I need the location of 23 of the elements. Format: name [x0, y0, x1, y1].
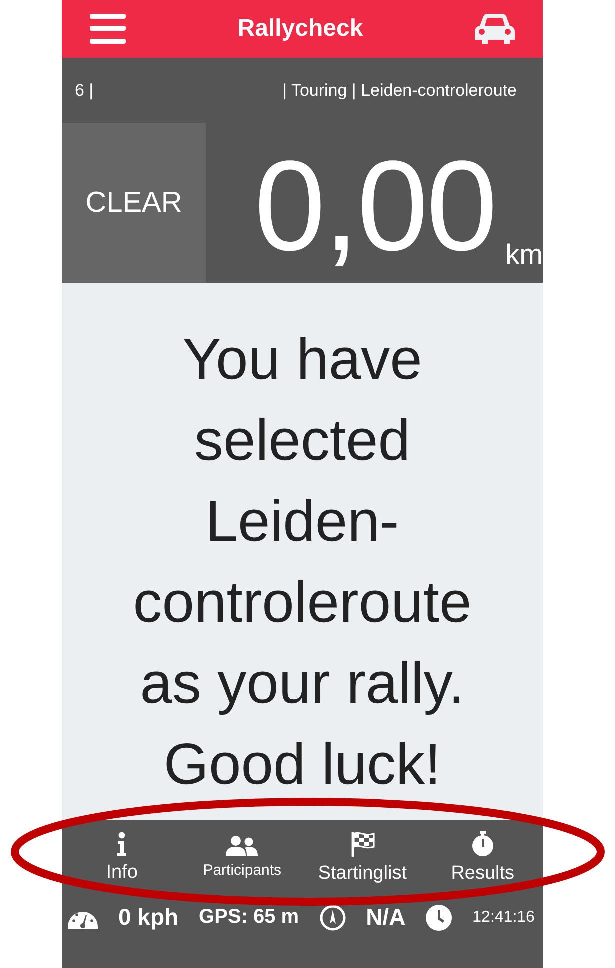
info-icon: [117, 832, 128, 856]
menu-icon[interactable]: [90, 14, 126, 44]
heading-reading: N/A: [366, 904, 406, 931]
distance-value: 0,00: [254, 143, 496, 271]
clear-button[interactable]: CLEAR: [62, 123, 206, 283]
speed-reading: 0 kph: [118, 904, 179, 931]
app-title: Rallycheck: [238, 15, 364, 43]
people-icon: [226, 836, 258, 856]
nav-tab[interactable]: Info: [62, 820, 182, 895]
gps-accuracy: GPS: 65 m: [199, 906, 300, 929]
rally-info: | Touring | Leiden-controleroute: [282, 80, 517, 100]
checkered-flag-icon: [350, 830, 376, 856]
clock-time: 12:41:16: [472, 908, 535, 926]
nav-tab[interactable]: Results: [422, 820, 543, 895]
car-icon[interactable]: [474, 14, 515, 44]
distance-unit: km: [506, 239, 543, 271]
compass-icon: [320, 904, 346, 930]
rally-message: You have selected Leiden-controleroute as your rally. Good luck!: [132, 326, 473, 798]
rally-number: 6 |: [75, 80, 94, 100]
stopwatch-icon: [472, 830, 494, 856]
nav-tab[interactable]: Startinglist: [302, 820, 423, 895]
clock-icon: [426, 904, 452, 930]
nav-tab[interactable]: Participants: [182, 820, 302, 895]
